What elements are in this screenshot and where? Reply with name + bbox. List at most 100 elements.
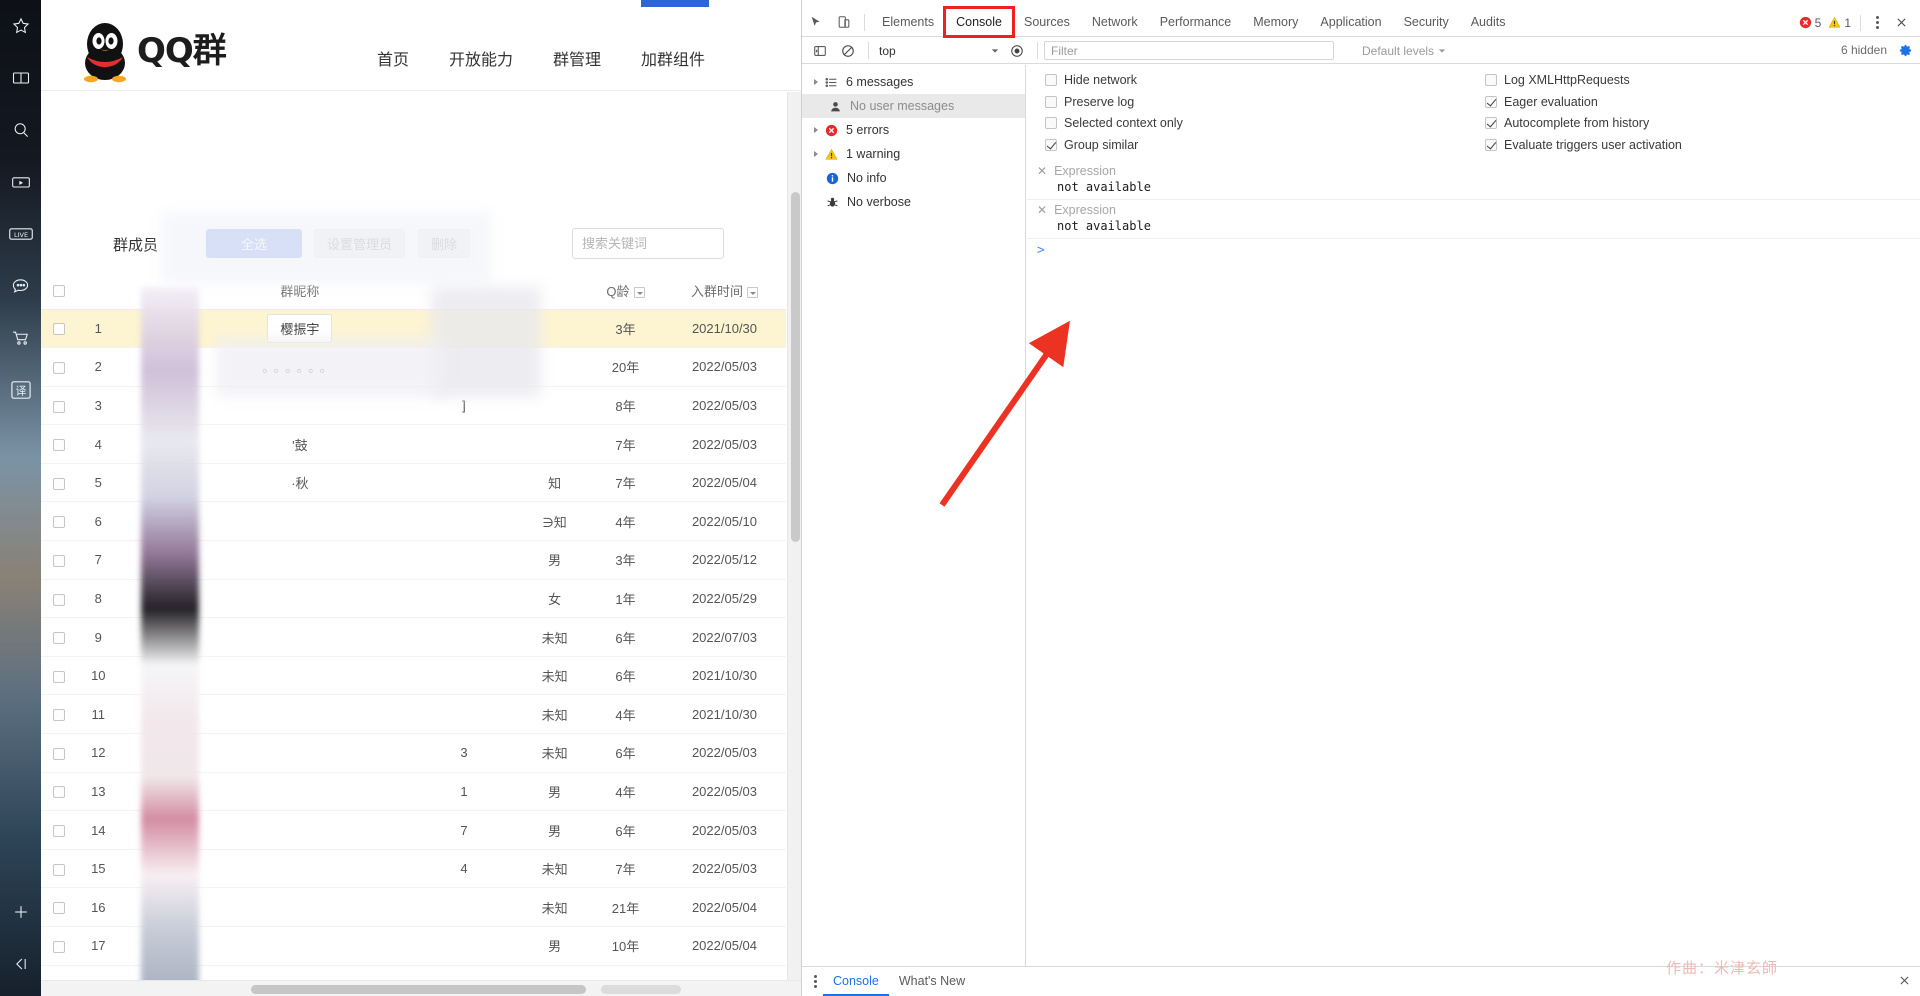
checkbox-icon[interactable] [1045, 117, 1057, 129]
console-setting-autocomplete-from-history[interactable]: Autocomplete from history [1485, 116, 1920, 130]
checkbox-icon[interactable] [1485, 139, 1497, 151]
reading-icon[interactable] [0, 52, 41, 104]
devtools-tab-elements[interactable]: Elements [871, 8, 945, 36]
select-all-button[interactable]: 全选 [206, 229, 302, 258]
row-checkbox[interactable] [41, 309, 76, 348]
console-sidebar-item-no-verbose[interactable]: No verbose [802, 190, 1025, 214]
row-checkbox[interactable] [41, 541, 76, 580]
console-setting-group-similar[interactable]: Group similar [1045, 138, 1485, 152]
console-message-row[interactable]: ✕Expressionnot available [1027, 161, 1920, 200]
live-expression-icon[interactable] [1003, 37, 1031, 65]
expand-triangle-icon[interactable] [814, 79, 818, 85]
cart-icon[interactable] [0, 312, 41, 364]
table-row[interactable]: 8女1年2022/05/29 [41, 579, 786, 618]
devtools-tab-audits[interactable]: Audits [1460, 8, 1517, 36]
nav-item-joinwidget[interactable]: 加群组件 [641, 46, 705, 70]
table-row[interactable]: 147男6年2022/05/03 [41, 811, 786, 850]
drawer-tab-whats-new[interactable]: What's New [889, 967, 975, 996]
video-icon[interactable] [0, 156, 41, 208]
devtools-tab-security[interactable]: Security [1393, 8, 1460, 36]
collapse-icon[interactable] [0, 938, 41, 990]
row-checkbox[interactable] [41, 425, 76, 464]
table-row[interactable]: 131男4年2022/05/03 [41, 772, 786, 811]
devtools-tab-sources[interactable]: Sources [1013, 8, 1081, 36]
devtools-close-icon[interactable] [1887, 9, 1915, 37]
table-row[interactable]: 1樱振宇3年2021/10/30 [41, 309, 786, 348]
search-input[interactable] [582, 236, 714, 251]
table-row[interactable]: 5·秋知7年2022/05/04 [41, 463, 786, 502]
clear-console-icon[interactable] [834, 37, 862, 65]
search-box[interactable] [572, 228, 724, 259]
header-select-all-checkbox[interactable] [41, 272, 76, 309]
row-checkbox[interactable] [41, 656, 76, 695]
console-sidebar-toggle-icon[interactable] [806, 37, 834, 65]
row-checkbox[interactable] [41, 695, 76, 734]
row-checkbox[interactable] [41, 386, 76, 425]
expand-triangle-icon[interactable] [814, 151, 818, 157]
device-toolbar-icon[interactable] [830, 8, 858, 36]
devtools-tab-application[interactable]: Application [1309, 8, 1392, 36]
favorites-icon[interactable] [0, 0, 41, 52]
row-checkbox[interactable] [41, 927, 76, 966]
translate-icon[interactable]: 译 [0, 364, 41, 416]
devtools-more-menu-icon[interactable] [1870, 16, 1885, 29]
checkbox-icon[interactable] [1485, 117, 1497, 129]
table-row[interactable]: 154未知7年2022/05/03 [41, 849, 786, 888]
console-setting-evaluate-triggers-user-activation[interactable]: Evaluate triggers user activation [1485, 138, 1920, 152]
devtools-tab-network[interactable]: Network [1081, 8, 1149, 36]
search-icon[interactable] [0, 104, 41, 156]
console-sidebar-item-no-user-messages[interactable]: No user messages [802, 94, 1025, 118]
table-row[interactable]: 7男3年2022/05/12 [41, 541, 786, 580]
console-setting-selected-context-only[interactable]: Selected context only [1045, 116, 1485, 130]
console-prompt[interactable]: > [1027, 239, 1920, 262]
console-sidebar-item-5-errors[interactable]: 5 errors [802, 118, 1025, 142]
drawer-close-icon[interactable] [1898, 974, 1911, 990]
table-row[interactable]: 4'鼓7年2022/05/03 [41, 425, 786, 464]
log-levels-select[interactable]: Default levels [1362, 44, 1446, 58]
checkbox-icon[interactable] [1045, 139, 1057, 151]
devtools-tab-console[interactable]: Console [945, 8, 1013, 36]
header-join-time[interactable]: 入群时间 [663, 272, 786, 309]
console-sidebar-item-1-warning[interactable]: 1 warning [802, 142, 1025, 166]
table-row[interactable]: 123未知6年2022/05/03 [41, 734, 786, 773]
console-setting-hide-network[interactable]: Hide network [1045, 73, 1485, 87]
row-checkbox[interactable] [41, 734, 76, 773]
scrollbar-thumb[interactable] [791, 192, 800, 542]
row-checkbox[interactable] [41, 811, 76, 850]
console-sidebar-item-6-messages[interactable]: 6 messages [802, 70, 1025, 94]
console-setting-preserve-log[interactable]: Preserve log [1045, 95, 1485, 109]
warning-count-badge[interactable]: 1 [1828, 16, 1851, 30]
header-qq-age[interactable]: Q龄 [588, 272, 663, 309]
row-checkbox[interactable] [41, 502, 76, 541]
console-setting-log-xmlhttprequests[interactable]: Log XMLHttpRequests [1485, 73, 1920, 87]
table-row[interactable]: 10未知6年2021/10/30 [41, 656, 786, 695]
console-filter-input[interactable] [1044, 41, 1334, 60]
devtools-tab-memory[interactable]: Memory [1242, 8, 1309, 36]
delete-button[interactable]: 删除 [418, 229, 470, 258]
page-horizontal-scrollbar[interactable] [41, 980, 801, 996]
checkbox-icon[interactable] [1485, 74, 1497, 86]
row-checkbox[interactable] [41, 463, 76, 502]
nav-item-groupadmin[interactable]: 群管理 [553, 46, 601, 70]
execution-context-select[interactable]: top [875, 41, 1003, 61]
set-admin-button[interactable]: 设置管理员 [314, 229, 405, 258]
row-checkbox[interactable] [41, 618, 76, 657]
expand-triangle-icon[interactable] [814, 127, 818, 133]
console-sidebar-item-no-info[interactable]: No info [802, 166, 1025, 190]
table-row[interactable]: 2。。。。。。20年2022/05/03 [41, 348, 786, 387]
row-checkbox[interactable] [41, 579, 76, 618]
remove-live-expression-icon[interactable]: ✕ [1037, 164, 1047, 178]
error-count-badge[interactable]: 5 [1799, 16, 1822, 30]
checkbox-icon[interactable] [1485, 96, 1497, 108]
hscrollbar-thumb[interactable] [251, 985, 586, 994]
table-row[interactable]: 11未知4年2021/10/30 [41, 695, 786, 734]
devtools-tab-performance[interactable]: Performance [1149, 8, 1243, 36]
site-logo[interactable]: QQ群 [79, 17, 226, 85]
table-row[interactable]: 3]8年2022/05/03 [41, 386, 786, 425]
row-checkbox[interactable] [41, 888, 76, 927]
hscrollbar-thumb-secondary[interactable] [601, 985, 681, 994]
live-icon[interactable]: LIVE [0, 208, 41, 260]
drawer-tab-console[interactable]: Console [823, 967, 889, 996]
table-row[interactable]: 17男10年2022/05/04 [41, 927, 786, 966]
chat-icon[interactable] [0, 260, 41, 312]
